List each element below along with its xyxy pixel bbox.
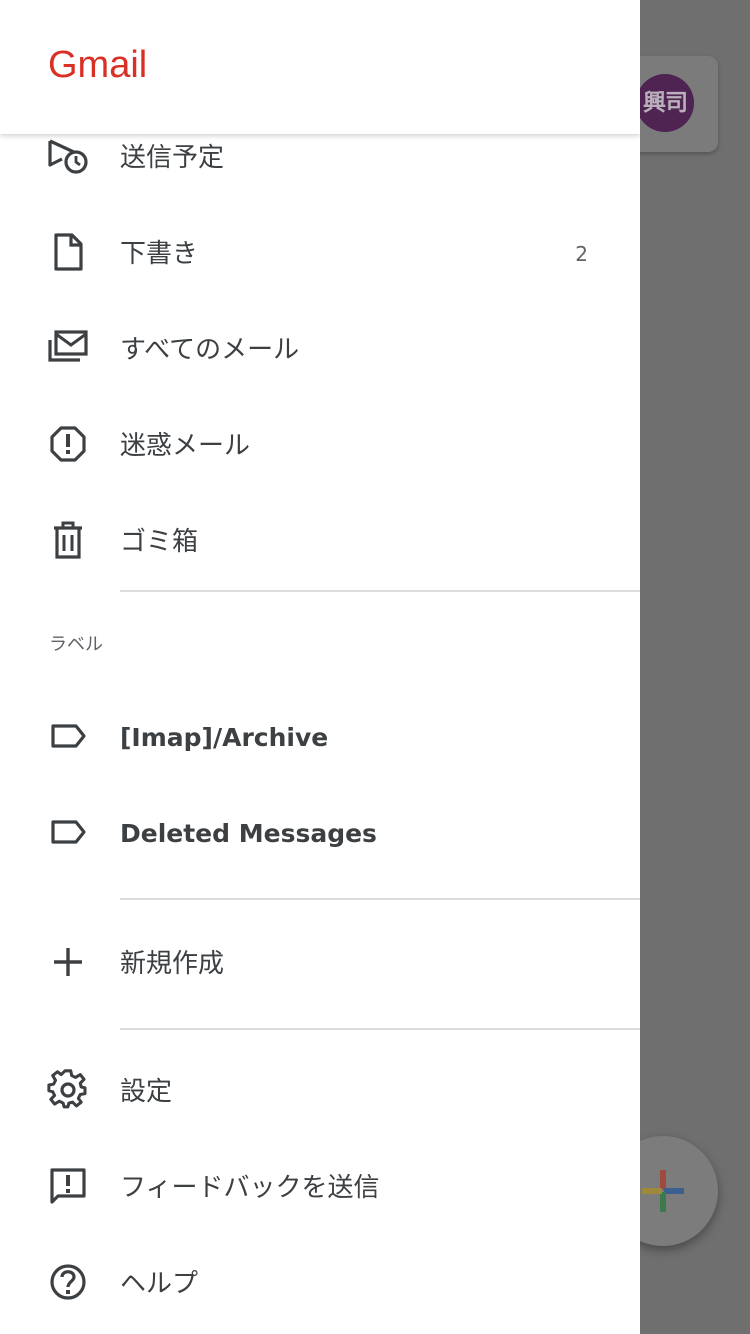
gear-icon xyxy=(46,1068,90,1112)
all-mail-icon xyxy=(46,326,90,370)
feedback-icon xyxy=(46,1164,90,1208)
navigation-drawer: Gmail 送信予定 下書き 2 すべてのメール 迷惑メール ゴミ箱 ラベル [… xyxy=(0,0,640,1334)
divider xyxy=(120,898,640,900)
divider xyxy=(120,590,640,592)
nav-label-help: ヘルプ xyxy=(120,1269,199,1299)
drafts-count-badge: 2 xyxy=(575,242,588,266)
nav-item-trash[interactable]: ゴミ箱 xyxy=(0,494,640,590)
nav-label-spam: 迷惑メール xyxy=(120,431,251,461)
nav-item-feedback[interactable]: フィードバックを送信 xyxy=(0,1140,640,1236)
nav-label-feedback: フィードバックを送信 xyxy=(120,1173,380,1203)
nav-item-all-mail[interactable]: すべてのメール xyxy=(0,302,640,398)
scheduled-send-icon xyxy=(46,134,90,178)
draft-icon xyxy=(46,230,90,274)
label-item-deleted-messages[interactable]: Deleted Messages xyxy=(0,786,640,882)
nav-item-settings[interactable]: 設定 xyxy=(0,1044,640,1140)
nav-item-help[interactable]: ヘルプ xyxy=(0,1236,640,1332)
avatar: 興司 xyxy=(636,74,694,132)
trash-icon xyxy=(46,518,90,562)
nav-label-trash: ゴミ箱 xyxy=(120,527,199,557)
label-icon xyxy=(46,810,90,854)
plus-icon xyxy=(46,940,90,984)
label-item-text: Deleted Messages xyxy=(120,819,377,848)
nav-label-all-mail: すべてのメール xyxy=(120,335,300,365)
spam-icon xyxy=(46,422,90,466)
nav-label-settings: 設定 xyxy=(120,1077,173,1107)
compose-plus-icon xyxy=(642,1170,684,1212)
create-new-label-button[interactable]: 新規作成 xyxy=(0,916,640,1012)
gmail-logo: Gmail xyxy=(48,44,148,86)
create-new-label-text: 新規作成 xyxy=(120,949,225,979)
label-icon xyxy=(46,714,90,758)
nav-item-spam[interactable]: 迷惑メール xyxy=(0,398,640,494)
label-item-imap-archive[interactable]: [Imap]/Archive xyxy=(0,690,640,786)
labels-section-header: ラベル xyxy=(49,634,103,655)
label-item-text: [Imap]/Archive xyxy=(120,723,329,752)
help-icon xyxy=(46,1260,90,1304)
nav-label-drafts: 下書き xyxy=(120,239,199,269)
nav-item-drafts[interactable]: 下書き 2 xyxy=(0,206,640,302)
divider xyxy=(120,1028,640,1030)
drawer-header: Gmail xyxy=(0,0,640,134)
